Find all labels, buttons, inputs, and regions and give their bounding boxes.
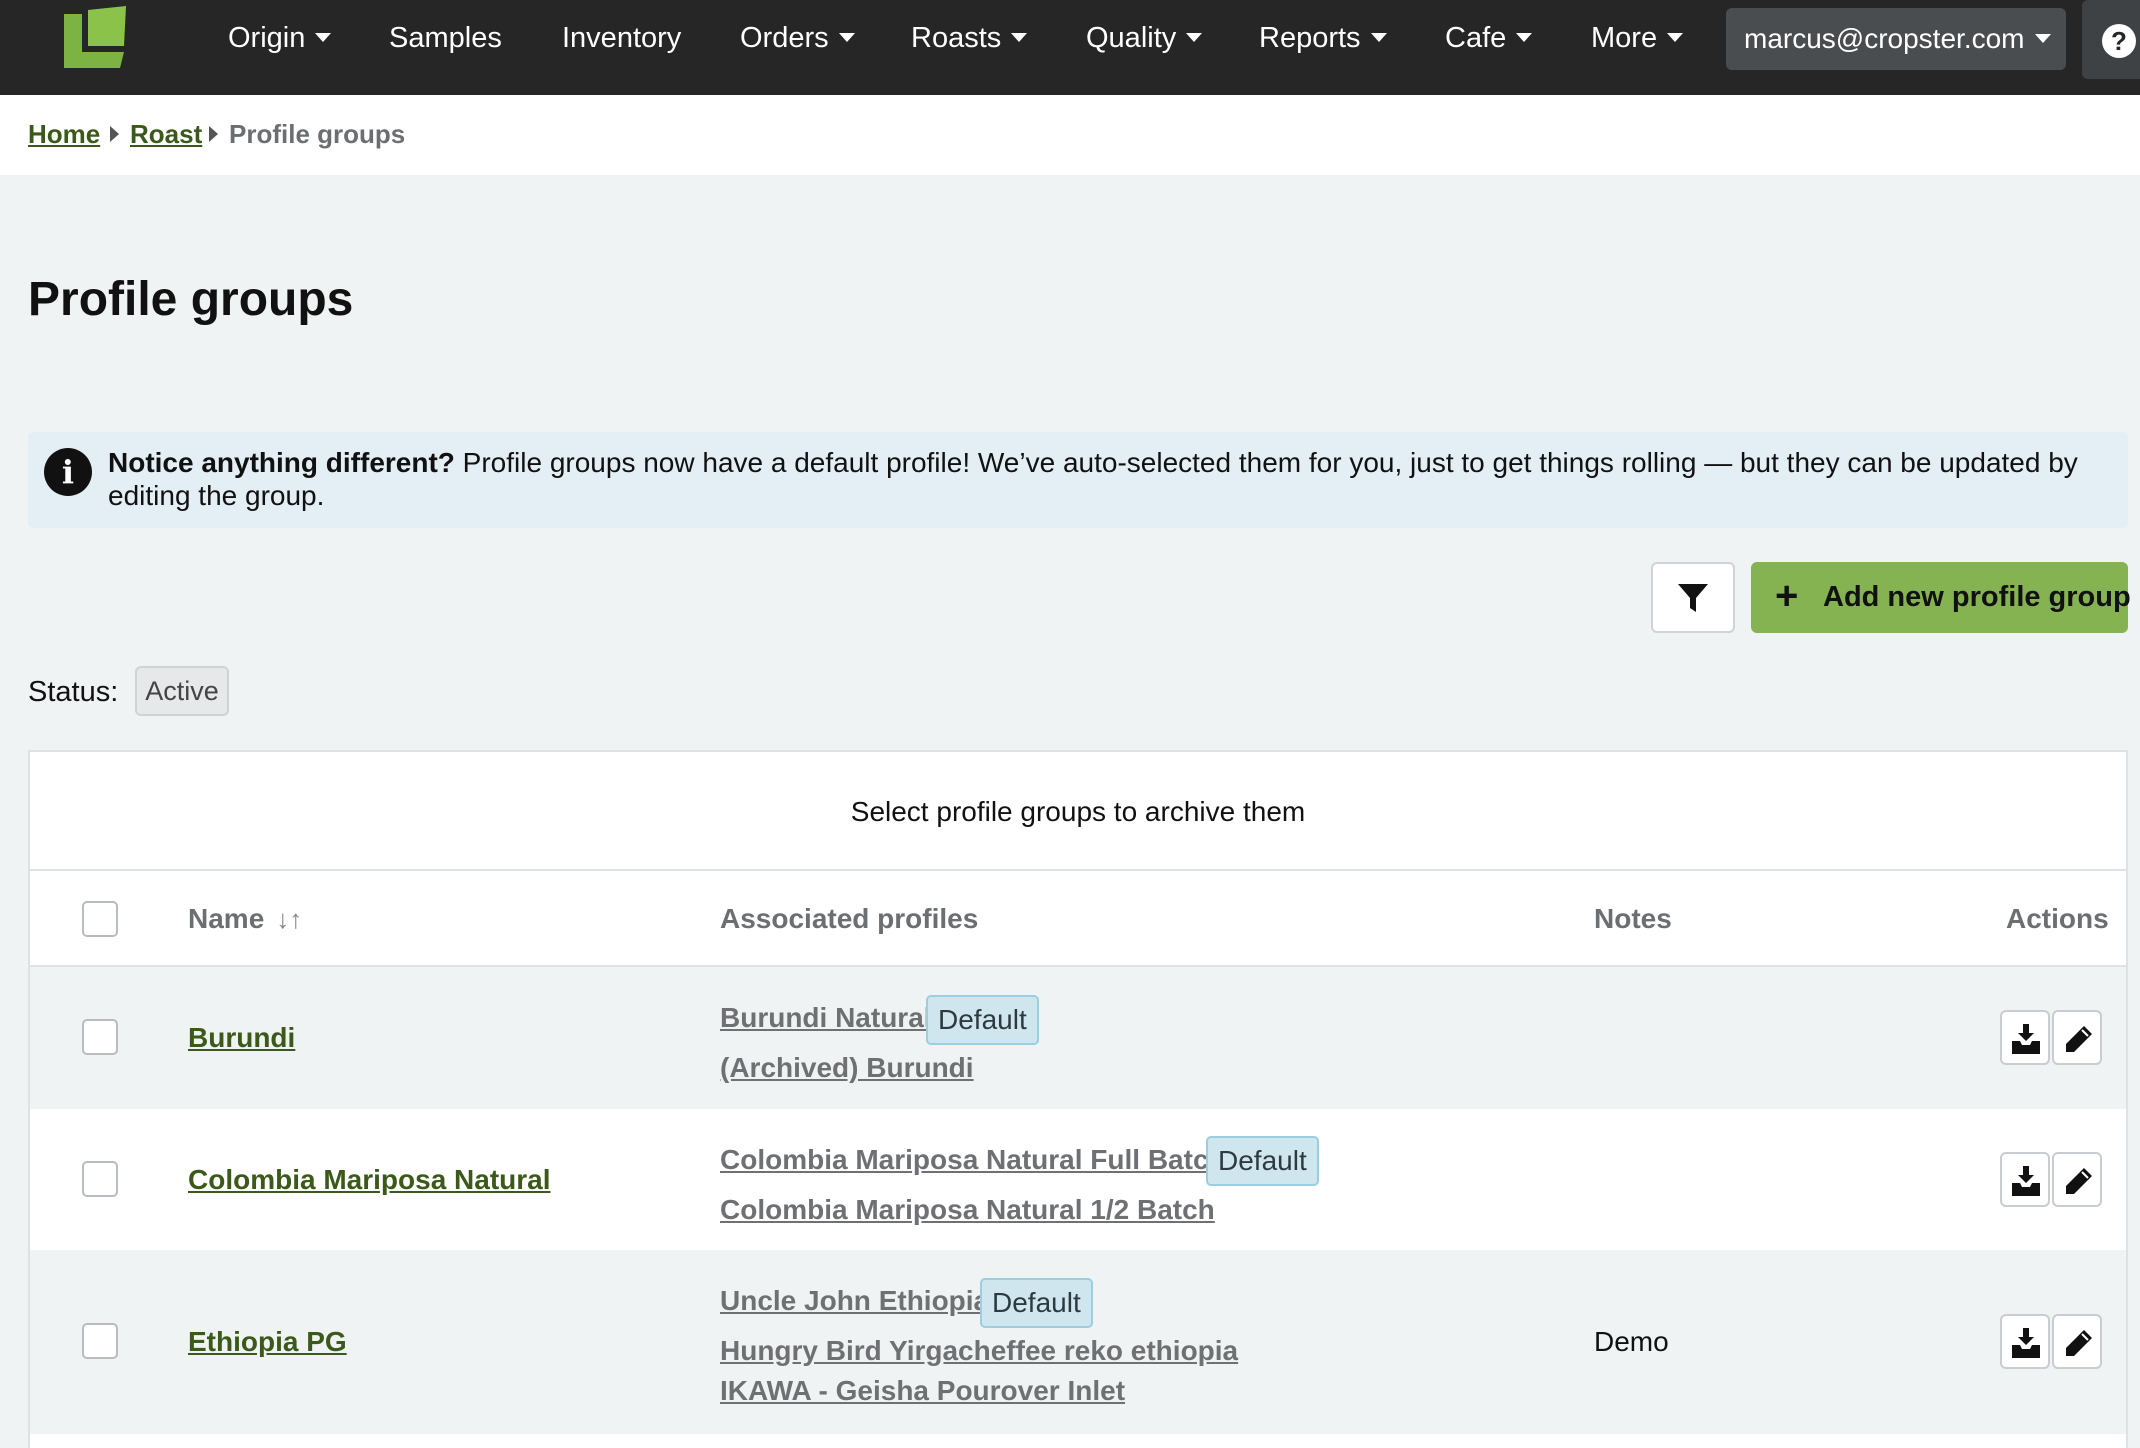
row-checkbox[interactable] <box>82 1019 118 1055</box>
breadcrumb-current: Profile groups <box>229 119 406 149</box>
add-profile-group-label: Add new profile group <box>1823 581 2131 613</box>
profile-link[interactable]: Colombia Mariposa Natural Full Batch <box>720 1144 1226 1176</box>
profile-link[interactable]: Colombia Mariposa Natural 1/2 Batch <box>720 1194 1215 1226</box>
profile-link[interactable]: (Archived) Burundi <box>720 1052 974 1084</box>
chevron-down-icon <box>1667 32 1684 42</box>
chevron-down-icon <box>1186 32 1203 42</box>
column-header-notes: Notes <box>1594 903 1672 934</box>
nav-orders[interactable]: Orders <box>740 0 855 76</box>
plus-icon: + <box>1775 574 1799 618</box>
nav-roasts[interactable]: Roasts <box>911 0 1028 76</box>
nav-origin[interactable]: Origin <box>228 0 332 76</box>
edit-button[interactable] <box>2052 1010 2102 1065</box>
breadcrumb-roast-link[interactable]: Roast <box>130 119 202 150</box>
pencil-icon <box>2066 1330 2092 1356</box>
nav-quality[interactable]: Quality <box>1086 0 1203 76</box>
info-icon: i <box>44 448 92 496</box>
chevron-down-icon <box>1370 32 1387 42</box>
row-checkbox[interactable] <box>82 1161 118 1197</box>
archive-button[interactable] <box>2000 1314 2050 1369</box>
archive-button[interactable] <box>2000 1152 2050 1207</box>
filter-button[interactable] <box>1651 562 1735 633</box>
notice-banner: i Notice anything different? Profile gro… <box>28 432 2128 528</box>
profile-link[interactable]: Uncle John Ethiopia <box>720 1285 989 1317</box>
nav-samples[interactable]: Samples <box>389 0 502 76</box>
cropster-logo-icon[interactable] <box>60 6 130 70</box>
add-profile-group-button[interactable]: + Add new profile group <box>1751 562 2131 633</box>
default-badge: Default <box>926 995 1039 1045</box>
help-icon: ? <box>2102 24 2136 58</box>
archive-button[interactable] <box>2000 1010 2050 1065</box>
column-header-profiles: Associated profiles <box>720 903 979 934</box>
top-navbar: Origin Samples Inventory Orders Roasts Q… <box>0 0 2140 95</box>
table-row: Burundi Burundi Natural Default (Archive… <box>30 967 2126 1109</box>
profile-group-name-link[interactable]: Ethiopia PG <box>188 1326 347 1358</box>
breadcrumb-home-link[interactable]: Home <box>28 119 100 150</box>
chevron-right-icon <box>209 126 218 142</box>
table-row: Ethiopia PG Uncle John Ethiopia Default … <box>30 1250 2126 1434</box>
select-all-checkbox[interactable] <box>82 901 118 937</box>
row-notes: Demo <box>1594 1326 1669 1357</box>
chevron-down-icon <box>1516 32 1533 42</box>
edit-button[interactable] <box>2052 1314 2102 1369</box>
chevron-down-icon <box>1011 32 1028 42</box>
profile-link[interactable]: IKAWA - Geisha Pourover Inlet <box>720 1375 1125 1407</box>
nav-cafe[interactable]: Cafe <box>1445 0 1533 76</box>
profile-link[interactable]: Hungry Bird Yirgacheffee reko ethiopia <box>720 1335 1238 1367</box>
row-checkbox[interactable] <box>82 1323 118 1359</box>
default-badge: Default <box>1206 1136 1319 1186</box>
edit-button[interactable] <box>2052 1152 2102 1207</box>
profile-group-name-link[interactable]: Colombia Mariposa Natural <box>188 1164 551 1196</box>
column-header-name[interactable]: Name ↓↑ <box>188 903 302 935</box>
help-button[interactable]: ? <box>2082 0 2140 79</box>
archive-icon <box>2012 1328 2040 1358</box>
status-filter-chip[interactable]: Active <box>135 666 229 716</box>
user-menu-button[interactable]: marcus@cropster.com <box>1726 8 2066 70</box>
page-title: Profile groups <box>28 273 354 326</box>
nav-more[interactable]: More <box>1591 0 1684 76</box>
filter-icon <box>1678 584 1708 612</box>
archive-icon <box>2012 1166 2040 1196</box>
chevron-down-icon <box>2034 34 2051 44</box>
nav-inventory[interactable]: Inventory <box>562 0 681 76</box>
default-badge: Default <box>980 1278 1093 1328</box>
chevron-right-icon <box>110 126 119 142</box>
archive-icon <box>2012 1024 2040 1054</box>
profile-link[interactable]: Burundi Natural <box>720 1002 932 1034</box>
table-header: Name ↓↑ Associated profiles Notes Actions <box>30 871 2126 967</box>
column-header-actions: Actions <box>2006 903 2109 934</box>
pencil-icon <box>2066 1168 2092 1194</box>
notice-text: Notice anything different? Profile group… <box>108 446 2108 512</box>
archive-hint: Select profile groups to archive them <box>30 752 2126 871</box>
sort-icon[interactable]: ↓↑ <box>276 904 302 935</box>
chevron-down-icon <box>315 32 332 42</box>
status-filter-label: Status: <box>28 676 119 708</box>
profile-group-name-link[interactable]: Burundi <box>188 1022 295 1054</box>
nav-reports[interactable]: Reports <box>1259 0 1387 76</box>
chevron-down-icon <box>838 32 855 42</box>
table-row: Colombia Mariposa Natural Colombia Marip… <box>30 1109 2126 1250</box>
notice-heading: Notice anything different? <box>108 447 455 478</box>
profile-groups-table: Select profile groups to archive them Na… <box>28 750 2128 1448</box>
pencil-icon <box>2066 1026 2092 1052</box>
